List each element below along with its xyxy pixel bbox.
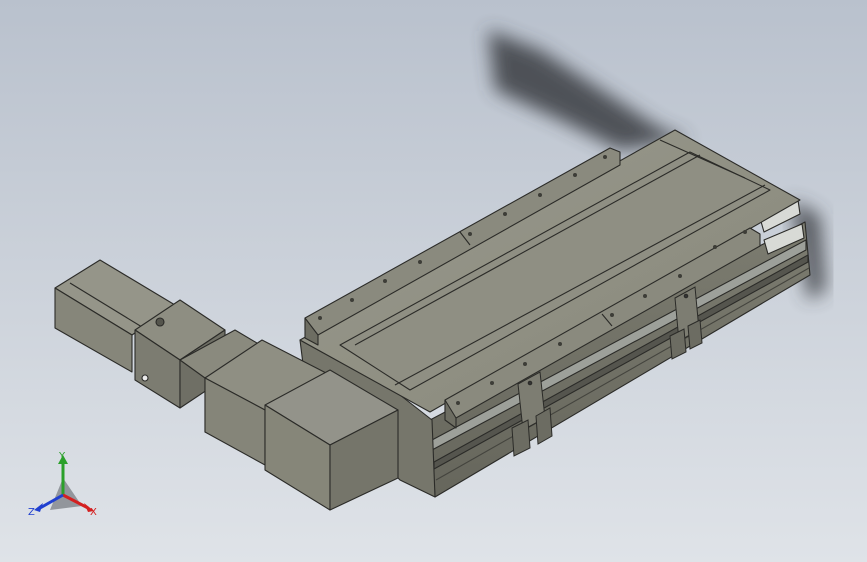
z-axis-label: Z [28, 507, 35, 518]
model-view[interactable]: Y X Z [0, 0, 867, 562]
triad-cone [50, 478, 82, 510]
flange-side-hole [141, 374, 149, 382]
cast-shadow [488, 30, 690, 150]
flange-hole [155, 317, 165, 327]
x-axis-label: X [90, 507, 97, 518]
cad-viewport[interactable]: Y X Z [0, 0, 867, 562]
y-axis-label: Y [58, 451, 66, 462]
coordinate-triad[interactable]: Y X Z [28, 451, 97, 518]
